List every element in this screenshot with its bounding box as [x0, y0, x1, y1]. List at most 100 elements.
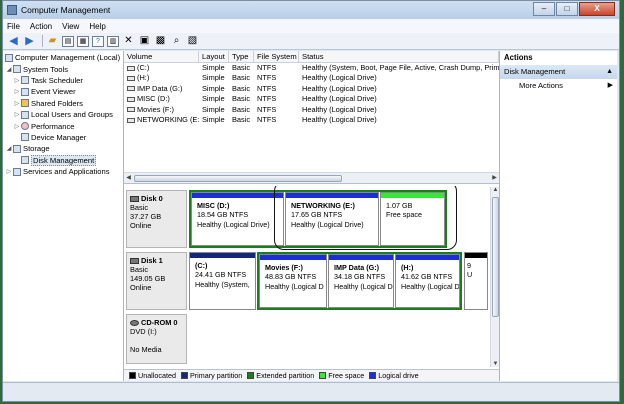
table-row[interactable]: (H:) Simple Basic NTFS Healthy (Logical …: [124, 73, 499, 83]
expand-arrow-icon[interactable]: ▷: [13, 111, 21, 118]
column-status[interactable]: Status: [299, 51, 499, 62]
more-actions-item[interactable]: More Actions ▶: [500, 79, 617, 93]
expand-arrow-icon[interactable]: ▷: [13, 100, 21, 107]
help-icon[interactable]: ?: [92, 35, 104, 47]
tree-item-services-applications[interactable]: ▷ Services and Applications: [3, 166, 123, 177]
disk-name: Disk 0: [141, 194, 163, 203]
disk-row-cdrom[interactable]: CD-ROM 0 DVD (I:) No Media: [126, 314, 488, 364]
disk-name: Disk 1: [141, 256, 163, 265]
connect-icon[interactable]: ▧: [186, 35, 199, 48]
column-type[interactable]: Type: [229, 51, 254, 62]
volume-list-horizontal-scrollbar[interactable]: ◀ ▶: [124, 172, 499, 183]
table-row[interactable]: Movies (F:) Simple Basic NTFS Healthy (L…: [124, 105, 499, 115]
expand-arrow-icon[interactable]: ▷: [13, 123, 21, 130]
minimize-button[interactable]: –: [533, 2, 555, 16]
tree-item-local-users-groups[interactable]: ▷ Local Users and Groups: [3, 109, 123, 120]
table-row[interactable]: IMP Data (G:) Simple Basic NTFS Healthy …: [124, 84, 499, 94]
collapse-up-icon[interactable]: ▲: [606, 65, 613, 79]
partition-status: Healthy (Logical D: [401, 281, 460, 291]
menu-view[interactable]: View: [62, 22, 79, 31]
partition-size: 41.62 GB NTFS: [401, 272, 453, 282]
volume-icon: [127, 96, 135, 102]
up-folder-icon[interactable]: ▰: [46, 35, 59, 48]
partition-name: MISC (D:): [197, 201, 230, 210]
table-row[interactable]: (C:) Simple Basic NTFS Healthy (System, …: [124, 63, 499, 73]
volume-list: Volume Layout Type File System Status (C…: [124, 51, 499, 184]
scrollbar-thumb[interactable]: [492, 197, 499, 317]
volume-status: Healthy (System, Boot, Page File, Active…: [302, 63, 499, 72]
show-hide-action-icon[interactable]: ▥: [107, 35, 119, 47]
computer-management-icon: [7, 5, 17, 15]
partition-name: IMP Data (G:): [334, 263, 379, 272]
collapse-arrow-icon[interactable]: ◢: [5, 66, 13, 73]
tree-item-device-manager[interactable]: Device Manager: [3, 132, 123, 143]
search-icon[interactable]: ⌕: [170, 35, 183, 48]
legend-swatch-free-space: [319, 372, 327, 379]
menu-file[interactable]: File: [7, 22, 20, 31]
delete-icon[interactable]: ✕: [122, 35, 135, 48]
properties-icon[interactable]: ▦: [77, 35, 89, 47]
legend-swatch-primary: [180, 372, 188, 379]
show-hide-tree-icon[interactable]: ▤: [62, 35, 74, 47]
maximize-button[interactable]: □: [556, 2, 578, 16]
menu-action[interactable]: Action: [30, 22, 52, 31]
performance-icon: [21, 122, 29, 131]
menu-help[interactable]: Help: [89, 22, 105, 31]
partition-movies-f[interactable]: Movies (F:) 48.83 GB NTFS Healthy (Logic…: [259, 254, 327, 308]
volume-file-system: NTFS: [257, 94, 277, 104]
partition-status: Healthy (Logical Drive): [197, 219, 270, 229]
partition-unallocated[interactable]: 9 U: [464, 252, 488, 310]
partition-size: 48.83 GB NTFS: [265, 272, 317, 282]
disk-view-vertical-scrollbar[interactable]: ▲ ▼: [490, 187, 499, 367]
disk-size: 37.27 GB: [130, 212, 162, 221]
disk-1-label[interactable]: Disk 1 Basic 149.05 GB Online: [126, 252, 187, 310]
close-button[interactable]: X: [579, 2, 615, 16]
legend-label: Primary partition: [189, 371, 243, 380]
disk-row-0[interactable]: Disk 0 Basic 37.27 GB Online MISC (D:) 1…: [126, 186, 488, 250]
partition-imp-data-g[interactable]: IMP Data (G:) 34.18 GB NTFS Healthy (Log…: [328, 254, 394, 308]
device-manager-icon: [21, 133, 29, 142]
expand-arrow-icon[interactable]: ▷: [13, 77, 21, 84]
open-icon[interactable]: ▣: [138, 35, 151, 48]
volume-icon: [127, 107, 135, 113]
scroll-left-icon[interactable]: ◀: [124, 174, 133, 183]
column-file-system[interactable]: File System: [254, 51, 299, 62]
partition-misc-d[interactable]: MISC (D:) 18.54 GB NTFS Healthy (Logical…: [191, 192, 284, 246]
tree-item-storage[interactable]: ◢ Storage: [3, 143, 123, 154]
tree-item-computer-management[interactable]: Computer Management (Local): [3, 52, 123, 63]
table-row[interactable]: NETWORKING (E:) Simple Basic NTFS Health…: [124, 115, 499, 125]
tree-item-system-tools[interactable]: ◢ System Tools: [3, 63, 123, 74]
partition-h[interactable]: (H:) 41.62 GB NTFS Healthy (Logical D: [395, 254, 460, 308]
tree-item-shared-folders[interactable]: ▷ Shared Folders: [3, 98, 123, 109]
actions-section-disk-management[interactable]: Disk Management ▲: [500, 65, 617, 79]
expand-arrow-icon[interactable]: ▷: [13, 88, 21, 95]
scroll-up-icon[interactable]: ▲: [491, 187, 500, 193]
scrollbar-thumb[interactable]: [134, 175, 342, 182]
collapse-arrow-icon[interactable]: ◢: [5, 145, 13, 152]
disk-0-label[interactable]: Disk 0 Basic 37.27 GB Online: [126, 190, 187, 248]
scroll-down-icon[interactable]: ▼: [491, 361, 500, 367]
column-volume[interactable]: Volume: [124, 51, 199, 62]
forward-arrow-icon[interactable]: ▶: [23, 35, 36, 48]
title-bar[interactable]: Computer Management – □ X: [3, 1, 619, 19]
volume-status: Healthy (Logical Drive): [302, 104, 377, 114]
disk-drive-icon: [130, 257, 139, 264]
services-icon: [13, 167, 21, 176]
tree-item-performance[interactable]: ▷ Performance: [3, 120, 123, 131]
volume-name: (C:): [137, 63, 150, 72]
table-row[interactable]: MISC (D:) Simple Basic NTFS Healthy (Log…: [124, 94, 499, 104]
save-icon[interactable]: ▩: [154, 35, 167, 48]
disk-row-1[interactable]: Disk 1 Basic 149.05 GB Online (C:) 24.41…: [126, 252, 488, 310]
cdrom-0-label[interactable]: CD-ROM 0 DVD (I:) No Media: [126, 314, 187, 364]
tree-item-task-scheduler[interactable]: ▷ Task Scheduler: [3, 75, 123, 86]
back-arrow-icon[interactable]: ◀: [7, 35, 20, 48]
scroll-right-icon[interactable]: ▶: [490, 174, 499, 183]
actions-pane: Actions Disk Management ▲ More Actions ▶: [499, 51, 617, 381]
tree-item-disk-management[interactable]: Disk Management: [3, 154, 123, 166]
volume-file-system: NTFS: [257, 114, 277, 124]
expand-arrow-icon[interactable]: ▷: [5, 168, 13, 175]
column-layout[interactable]: Layout: [199, 51, 229, 62]
clock-icon: [21, 76, 29, 85]
partition-c[interactable]: (C:) 24.41 GB NTFS Healthy (System,: [189, 252, 256, 310]
tree-item-event-viewer[interactable]: ▷ Event Viewer: [3, 86, 123, 97]
